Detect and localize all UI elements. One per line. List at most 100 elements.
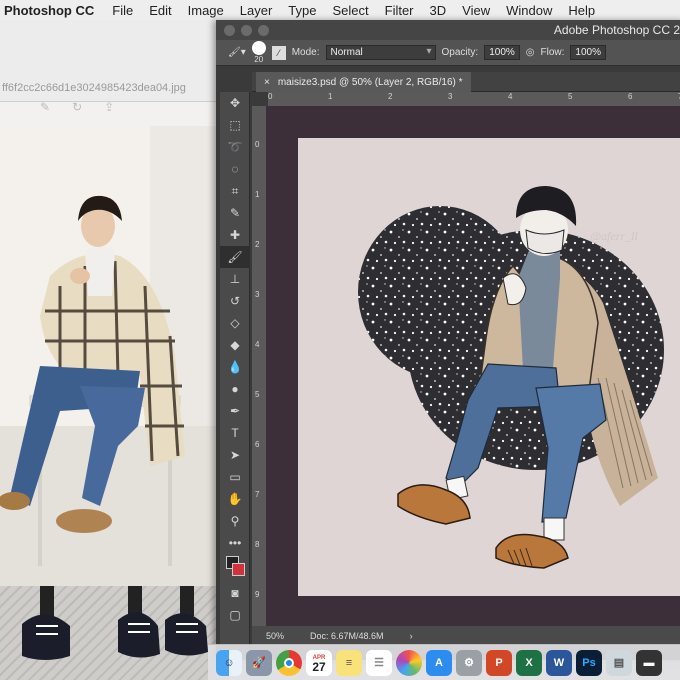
reference-photo-shoes	[0, 586, 220, 680]
blur-tool-icon[interactable]: 💧	[220, 356, 250, 378]
menu-edit[interactable]: Edit	[141, 3, 179, 18]
vertical-ruler: 0 1 2 3 4 5 6 7 8 9	[252, 106, 266, 626]
illustration-artwork: @aferr_ll	[358, 186, 664, 569]
window-zoom-button[interactable]	[258, 24, 269, 36]
healing-tool-icon[interactable]: ✚	[220, 224, 250, 246]
opacity-input[interactable]: 100%	[484, 45, 520, 60]
dock: ☺ 🚀 APR 27 ≡ ☰ A ⚙ P X W Ps ▤ ▬	[208, 644, 680, 680]
reminders-icon[interactable]: ☰	[366, 649, 392, 676]
menu-image[interactable]: Image	[180, 3, 232, 18]
ruler-h-label: 5	[568, 92, 573, 101]
paint-bucket-tool-icon[interactable]: ◆	[220, 334, 250, 356]
quick-mask-icon[interactable]: ◙	[220, 582, 250, 604]
system-preferences-icon[interactable]: ⚙	[456, 649, 482, 676]
close-tab-icon[interactable]: ×	[264, 77, 270, 88]
options-bar: 🖌▾ 20 ⁄ Mode: Normal Opacity: 100% ◎ Flo…	[216, 40, 680, 66]
history-brush-tool-icon[interactable]: ↺	[220, 290, 250, 312]
horizontal-ruler: 0 1 2 3 4 5 6 7	[268, 92, 680, 106]
notes-icon[interactable]: ≡	[336, 649, 362, 676]
hand-tool-icon[interactable]: ✋	[220, 488, 250, 510]
type-tool-icon[interactable]: T	[220, 422, 250, 444]
photoshop-window-title: Adobe Photoshop CC 2	[553, 23, 680, 37]
brush-panel-toggle-icon[interactable]: ⁄	[271, 45, 286, 60]
menu-type[interactable]: Type	[280, 3, 324, 18]
word-icon[interactable]: W	[546, 649, 572, 676]
flow-input[interactable]: 100%	[570, 45, 606, 60]
document-tab-label: maisize3.psd @ 50% (Layer 2, RGB/16) *	[277, 76, 463, 88]
more-tools-icon[interactable]: •••	[220, 532, 250, 554]
ruler-v-label: 5	[255, 390, 260, 399]
photos-icon[interactable]	[396, 649, 422, 676]
eraser-tool-icon[interactable]: ◇	[220, 312, 250, 334]
status-menu-arrow-icon[interactable]: ›	[410, 631, 413, 641]
menu-layer[interactable]: Layer	[232, 3, 281, 18]
brush-preset-icon[interactable]: 🖌▾	[228, 47, 246, 58]
ruler-v-label: 3	[255, 290, 260, 299]
terminal-icon[interactable]: ▬	[636, 649, 662, 676]
pressure-opacity-icon[interactable]: ◎	[526, 47, 535, 58]
ruler-v-label: 9	[255, 590, 260, 599]
preview-icon[interactable]: ▤	[606, 649, 632, 676]
status-bar: 50% Doc: 6.67M/48.6M ›	[252, 626, 680, 646]
quick-select-tool-icon[interactable]: ◌	[220, 158, 250, 180]
calendar-icon[interactable]: APR 27	[306, 649, 332, 676]
path-select-tool-icon[interactable]: ➤	[220, 444, 250, 466]
menu-3d[interactable]: 3D	[422, 3, 455, 18]
color-swatches[interactable]	[220, 554, 250, 582]
background-color-swatch[interactable]	[232, 563, 245, 576]
window-minimize-button[interactable]	[241, 24, 252, 36]
menu-bar: Photoshop CC File Edit Image Layer Type …	[0, 0, 680, 20]
lasso-tool-icon[interactable]: ➰	[220, 136, 250, 158]
desktop: Photoshop CC File Edit Image Layer Type …	[0, 0, 680, 680]
marquee-tool-icon[interactable]: ⬚	[220, 114, 250, 136]
brush-size-picker[interactable]: 20	[251, 41, 266, 64]
ruler-h-label: 4	[508, 92, 513, 101]
screen-mode-icon[interactable]: ▢	[220, 604, 250, 626]
reference-photo	[0, 126, 220, 586]
viewer-filename: ff6f2cc2c66d1e3024985423dea04.jpg	[2, 82, 186, 94]
crop-tool-icon[interactable]: ⌗	[220, 180, 250, 202]
canvas-pasteboard[interactable]: @aferr_ll	[266, 106, 680, 626]
viewer-toolbar: ✎ ↻ ⇪	[40, 100, 114, 114]
powerpoint-icon[interactable]: P	[486, 649, 512, 676]
rectangle-tool-icon[interactable]: ▭	[220, 466, 250, 488]
brush-tip-preview-icon	[251, 41, 266, 55]
share-icon[interactable]: ⇪	[104, 100, 114, 114]
photoshop-icon[interactable]: Ps	[576, 649, 602, 676]
launchpad-icon[interactable]: 🚀	[246, 649, 272, 676]
menu-file[interactable]: File	[104, 3, 141, 18]
menu-filter[interactable]: Filter	[377, 3, 422, 18]
blend-mode-select[interactable]: Normal	[325, 45, 436, 60]
chrome-icon[interactable]	[276, 649, 302, 676]
finder-icon[interactable]: ☺	[216, 649, 242, 676]
markup-pen-icon[interactable]: ✎	[40, 100, 50, 114]
app-store-icon[interactable]: A	[426, 649, 452, 676]
doc-size-info[interactable]: Doc: 6.67M/48.6M	[310, 631, 384, 641]
ruler-v-label: 6	[255, 440, 260, 449]
zoom-tool-icon[interactable]: ⚲	[220, 510, 250, 532]
app-name-menu[interactable]: Photoshop CC	[0, 3, 104, 18]
move-tool-icon[interactable]: ✥	[220, 92, 250, 114]
window-close-button[interactable]	[224, 24, 235, 36]
menu-select[interactable]: Select	[324, 3, 376, 18]
image-viewer-window[interactable]: ff6f2cc2c66d1e3024985423dea04.jpg ✎ ↻ ⇪	[0, 20, 230, 680]
calendar-day: 27	[312, 659, 326, 674]
excel-icon[interactable]: X	[516, 649, 542, 676]
ruler-h-label: 1	[328, 92, 333, 101]
brush-tool-icon[interactable]: 🖌	[220, 246, 250, 268]
rotate-icon[interactable]: ↻	[72, 100, 82, 114]
opacity-label: Opacity:	[441, 47, 479, 58]
zoom-level[interactable]: 50%	[266, 631, 284, 641]
photoshop-window[interactable]: Adobe Photoshop CC 2 🖌▾ 20 ⁄ Mode: Norma…	[216, 20, 680, 660]
ruler-v-label: 1	[255, 190, 260, 199]
ruler-v-label: 7	[255, 490, 260, 499]
eyedropper-tool-icon[interactable]: ✎	[220, 202, 250, 224]
stamp-tool-icon[interactable]: ⊥	[220, 268, 250, 290]
document-canvas[interactable]: @aferr_ll	[298, 138, 680, 596]
menu-view[interactable]: View	[454, 3, 498, 18]
menu-help[interactable]: Help	[560, 3, 603, 18]
pen-tool-icon[interactable]: ✒	[220, 400, 250, 422]
document-tab[interactable]: × maisize3.psd @ 50% (Layer 2, RGB/16) *	[256, 72, 471, 92]
dodge-tool-icon[interactable]: ●	[220, 378, 250, 400]
menu-window[interactable]: Window	[498, 3, 560, 18]
